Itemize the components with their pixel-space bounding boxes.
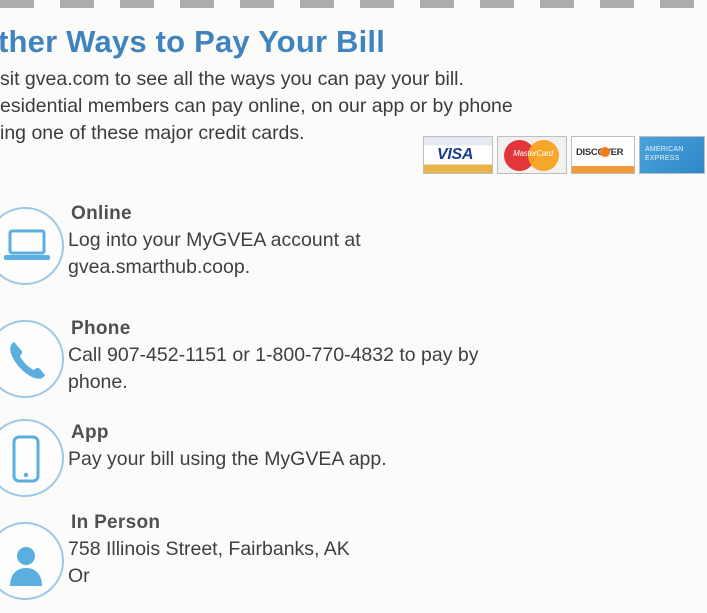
method-description: 758 Illinois Street, Fairbanks, AK Or — [68, 536, 350, 590]
method-text-line: gvea.smarthub.coop. — [68, 256, 251, 278]
method-text-line: 758 Illinois Street, Fairbanks, AK — [68, 538, 350, 560]
discover-logo: DISCOVER — [571, 136, 635, 174]
visa-label: VISA — [437, 146, 474, 163]
method-text-line: phone. — [68, 371, 128, 393]
intro-line: esidential members can pay online, on ou… — [0, 95, 513, 117]
person-icon — [0, 522, 64, 600]
top-divider — [0, 0, 707, 8]
method-text-line: Log into your MyGVEA account at — [68, 229, 361, 251]
method-description: Log into your MyGVEA account at gvea.sma… — [68, 227, 361, 281]
mobile-icon — [0, 419, 64, 497]
method-heading: In Person — [71, 512, 161, 533]
phone-icon — [0, 320, 64, 398]
method-heading: Phone — [71, 318, 131, 339]
intro-line: sit gvea.com to see all the ways you can… — [0, 68, 464, 90]
method-text-line: Call 907-452-1151 or 1-800-770-4832 to p… — [68, 344, 479, 366]
credit-card-logos: VISA MasterCard DISCOVER AMERICAN EXPRES… — [423, 136, 705, 176]
laptop-icon — [0, 207, 64, 285]
mastercard-label: MasterCard — [513, 149, 553, 158]
visa-logo: VISA — [423, 136, 493, 174]
method-heading: Online — [71, 203, 132, 224]
method-heading: App — [71, 422, 109, 443]
amex-label: AMERICAN EXPRESS — [645, 146, 684, 162]
amex-logo: AMERICAN EXPRESS — [639, 136, 705, 174]
method-text-line: Or — [68, 565, 90, 587]
page: ther Ways to Pay Your Bill sit gvea.com … — [0, 0, 707, 613]
mastercard-logo: MasterCard — [497, 136, 567, 174]
method-description: Call 907-452-1151 or 1-800-770-4832 to p… — [68, 342, 479, 396]
intro-paragraph: sit gvea.com to see all the ways you can… — [0, 66, 705, 147]
method-text-line: Pay your bill using the MyGVEA app. — [68, 448, 387, 470]
method-description: Pay your bill using the MyGVEA app. — [68, 446, 387, 473]
page-title: ther Ways to Pay Your Bill — [0, 24, 386, 59]
